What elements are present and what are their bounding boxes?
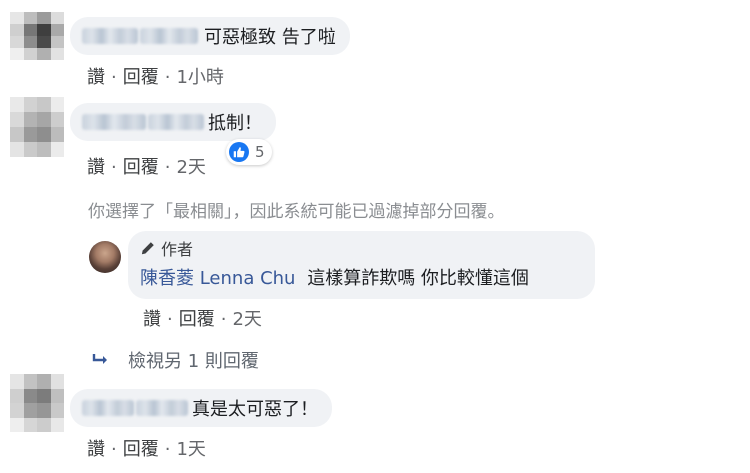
like-link[interactable]: 讚 [87, 67, 105, 88]
comment-actions: 讚 · 回覆 · 2天 [87, 153, 206, 179]
author-avatar[interactable] [89, 241, 121, 273]
timestamp[interactable]: 2天 [176, 157, 205, 178]
comment-actions: 讚 · 回覆 · 1小時 [87, 63, 224, 89]
separator: · [111, 157, 117, 178]
like-link[interactable]: 讚 [87, 157, 105, 178]
reply-actions: 讚 · 回覆 · 2天 [143, 305, 262, 331]
separator: · [164, 67, 171, 88]
comment-actions: 讚 · 回覆 · 1天 [87, 435, 206, 461]
author-badge-label: 作者 [161, 240, 194, 259]
comment-text: 抵制！ [208, 113, 262, 134]
separator: · [167, 309, 173, 330]
avatar[interactable] [10, 374, 64, 432]
comment-bubble: 抵制！ [70, 103, 276, 141]
like-link[interactable]: 讚 [143, 309, 161, 330]
pencil-icon [141, 241, 154, 254]
view-more-replies-label: 檢視另 1 則回覆 [128, 351, 259, 372]
redacted-name[interactable] [82, 400, 134, 416]
comment-text: 真是太可惡了！ [192, 399, 318, 420]
redacted-name[interactable] [140, 28, 198, 44]
separator: · [111, 439, 117, 460]
redacted-name[interactable] [136, 400, 188, 416]
like-icon [229, 142, 249, 162]
comment-bubble: 真是太可惡了！ [70, 389, 332, 427]
author-name[interactable]: 陳香菱 Lenna Chu [140, 268, 295, 289]
reply-link[interactable]: 回覆 [123, 157, 159, 178]
reply-link[interactable]: 回覆 [179, 309, 215, 330]
reply-link[interactable]: 回覆 [123, 439, 159, 460]
reply-arrow-icon [92, 354, 107, 364]
timestamp[interactable]: 2天 [232, 309, 261, 330]
reply-content: 陳香菱 Lenna Chu 這樣算詐欺嗎 你比較懂這個 [140, 264, 583, 290]
reply-text: 這樣算詐欺嗎 你比較懂這個 [307, 268, 529, 289]
separator: · [164, 439, 171, 460]
redacted-name[interactable] [82, 114, 146, 130]
reaction-count-value: 5 [255, 143, 265, 161]
reaction-count[interactable]: 5 [226, 139, 272, 165]
separator: · [111, 67, 117, 88]
avatar[interactable] [10, 12, 64, 60]
separator: · [220, 309, 227, 330]
comment-text: 可惡極致 告了啦 [204, 27, 336, 48]
timestamp[interactable]: 1小時 [176, 67, 223, 88]
filter-notice: 你選擇了「最相關」，因此系統可能已過濾掉部分回覆。 [88, 202, 505, 222]
view-more-replies[interactable]: 檢視另 1 則回覆 [92, 347, 259, 373]
author-badge: 作者 [140, 236, 583, 260]
timestamp[interactable]: 1天 [176, 439, 205, 460]
reply-link[interactable]: 回覆 [123, 67, 159, 88]
redacted-name[interactable] [148, 114, 204, 130]
avatar[interactable] [10, 97, 64, 157]
redacted-name[interactable] [82, 28, 138, 44]
reply-bubble: 作者 陳香菱 Lenna Chu 這樣算詐欺嗎 你比較懂這個 [128, 231, 595, 299]
comment-bubble: 可惡極致 告了啦 [70, 17, 350, 55]
separator: · [164, 157, 171, 178]
like-link[interactable]: 讚 [87, 439, 105, 460]
